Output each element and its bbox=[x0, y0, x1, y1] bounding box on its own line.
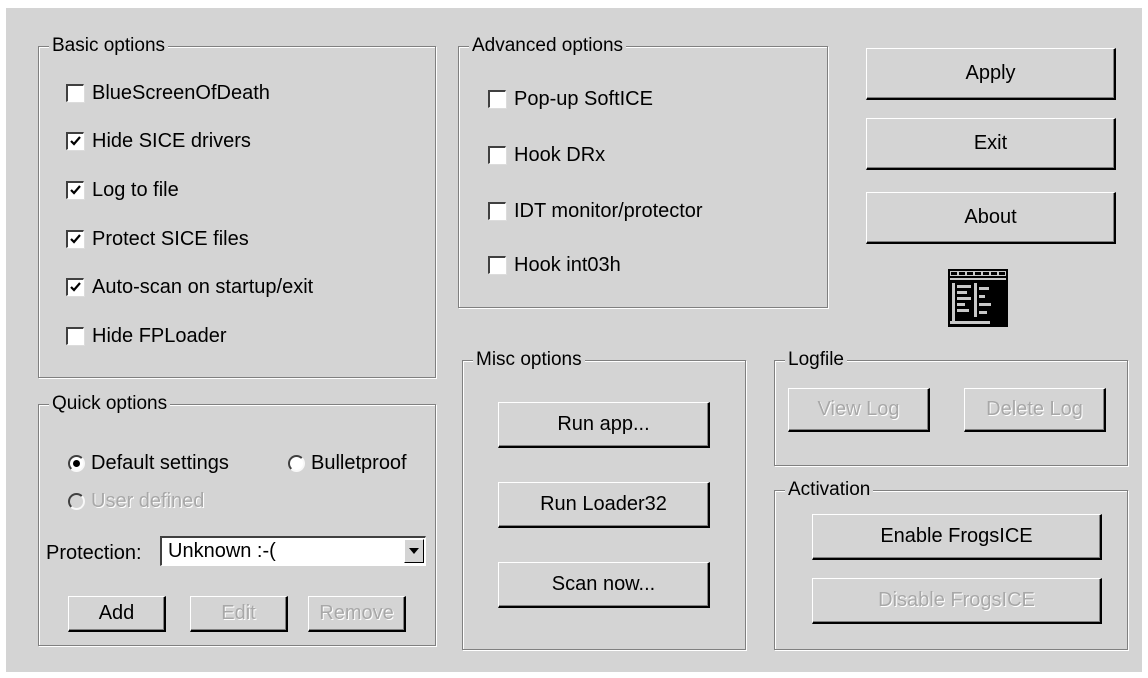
disable-frogsice-button-label: Disable FrogsICE bbox=[878, 589, 1035, 611]
checkbox-label: Log to file bbox=[92, 179, 179, 201]
checkbox-bluescreenofdeath[interactable]: BlueScreenOfDeath bbox=[66, 82, 270, 104]
checkbox-label: Hide FPLoader bbox=[92, 325, 227, 347]
enable-frogsice-button-label: Enable FrogsICE bbox=[880, 525, 1033, 547]
scan-now-button[interactable]: Scan now... bbox=[498, 562, 710, 608]
about-button[interactable]: About bbox=[866, 192, 1116, 244]
advanced-options-title: Advanced options bbox=[469, 35, 627, 57]
about-button-label: About bbox=[964, 206, 1017, 228]
checkbox-auto-scan[interactable]: Auto-scan on startup/exit bbox=[66, 276, 313, 298]
checkbox-hide-fploader[interactable]: Hide FPLoader bbox=[66, 325, 227, 347]
misc-options-title: Misc options bbox=[473, 349, 585, 371]
checkbox-label: Hook DRx bbox=[514, 144, 606, 166]
exit-button-label: Exit bbox=[973, 132, 1008, 154]
checkmark-icon bbox=[70, 234, 81, 244]
apply-button-label: Apply bbox=[965, 62, 1016, 84]
checkbox-label: Auto-scan on startup/exit bbox=[92, 276, 314, 298]
disable-frogsice-button[interactable]: Disable FrogsICE bbox=[812, 578, 1102, 624]
basic-options-title: Basic options bbox=[49, 35, 169, 57]
checkbox-box[interactable] bbox=[66, 181, 84, 199]
scan-now-button-label: Scan now... bbox=[551, 573, 656, 595]
checkbox-label: IDT monitor/protector bbox=[514, 200, 703, 222]
checkbox-box[interactable] bbox=[488, 146, 506, 164]
chevron-down-icon[interactable] bbox=[404, 539, 424, 563]
checkbox-idt-monitor[interactable]: IDT monitor/protector bbox=[488, 200, 703, 222]
radio-circle[interactable] bbox=[288, 454, 305, 472]
edit-button-label: Edit bbox=[221, 602, 256, 624]
checkmark-icon bbox=[70, 136, 81, 146]
apply-button[interactable]: Apply bbox=[866, 48, 1116, 100]
checkbox-box[interactable] bbox=[66, 327, 84, 345]
checkbox-hide-sice-drivers[interactable]: Hide SICE drivers bbox=[66, 130, 251, 152]
checkbox-box[interactable] bbox=[66, 84, 84, 102]
run-app-button-label: Run app... bbox=[557, 413, 650, 435]
checkbox-label: Hide SICE drivers bbox=[92, 130, 251, 152]
radio-circle[interactable] bbox=[68, 492, 85, 510]
checkmark-icon bbox=[70, 282, 81, 292]
delete-log-button[interactable]: Delete Log bbox=[964, 388, 1106, 432]
checkbox-box[interactable] bbox=[66, 132, 84, 150]
radio-circle[interactable] bbox=[68, 454, 85, 472]
add-button[interactable]: Add bbox=[68, 596, 166, 632]
checkbox-box[interactable] bbox=[488, 202, 506, 220]
remove-button[interactable]: Remove bbox=[308, 596, 406, 632]
radio-dot bbox=[73, 459, 80, 467]
delete-log-button-label: Delete Log bbox=[986, 398, 1083, 420]
checkbox-box[interactable] bbox=[488, 256, 506, 274]
program-window-icon bbox=[948, 269, 1008, 327]
checkbox-protect-sice-files[interactable]: Protect SICE files bbox=[66, 228, 249, 250]
checkbox-hook-int03h[interactable]: Hook int03h bbox=[488, 254, 621, 276]
run-app-button[interactable]: Run app... bbox=[498, 402, 710, 448]
checkbox-box[interactable] bbox=[66, 230, 84, 248]
activation-title: Activation bbox=[785, 479, 874, 501]
checkbox-box[interactable] bbox=[66, 278, 84, 296]
radio-bulletproof[interactable]: Bulletproof bbox=[288, 452, 407, 474]
view-log-button-label: View Log bbox=[817, 398, 900, 420]
radio-label: User defined bbox=[91, 490, 205, 512]
checkbox-label: Protect SICE files bbox=[92, 228, 249, 250]
checkbox-label: Hook int03h bbox=[514, 254, 621, 276]
protection-label: Protection: bbox=[46, 542, 142, 564]
radio-user-defined[interactable]: User defined bbox=[68, 490, 204, 512]
logfile-title: Logfile bbox=[785, 349, 847, 371]
checkbox-log-to-file[interactable]: Log to file bbox=[66, 179, 179, 201]
checkbox-popup-softice[interactable]: Pop-up SoftICE bbox=[488, 88, 653, 110]
protection-value: Unknown :-( bbox=[168, 540, 276, 562]
view-log-button[interactable]: View Log bbox=[788, 388, 930, 432]
checkbox-box[interactable] bbox=[488, 90, 506, 108]
protection-dropdown[interactable]: Unknown :-( bbox=[160, 536, 426, 566]
checkbox-label: Pop-up SoftICE bbox=[514, 88, 653, 110]
edit-button[interactable]: Edit bbox=[190, 596, 288, 632]
checkmark-icon bbox=[70, 185, 81, 195]
checkbox-hook-drx[interactable]: Hook DRx bbox=[488, 144, 605, 166]
quick-options-title: Quick options bbox=[49, 393, 171, 415]
remove-button-label: Remove bbox=[319, 602, 394, 624]
radio-default-settings[interactable]: Default settings bbox=[68, 452, 229, 474]
frogsice-window: Basic options BlueScreenOfDeath Hide SIC… bbox=[6, 8, 1142, 672]
exit-button[interactable]: Exit bbox=[866, 118, 1116, 170]
radio-label: Bulletproof bbox=[311, 452, 407, 474]
add-button-label: Add bbox=[98, 602, 135, 624]
run-loader32-button-label: Run Loader32 bbox=[540, 493, 667, 515]
radio-label: Default settings bbox=[91, 452, 229, 474]
checkbox-label: BlueScreenOfDeath bbox=[92, 82, 270, 104]
enable-frogsice-button[interactable]: Enable FrogsICE bbox=[812, 514, 1102, 560]
run-loader32-button[interactable]: Run Loader32 bbox=[498, 482, 710, 528]
